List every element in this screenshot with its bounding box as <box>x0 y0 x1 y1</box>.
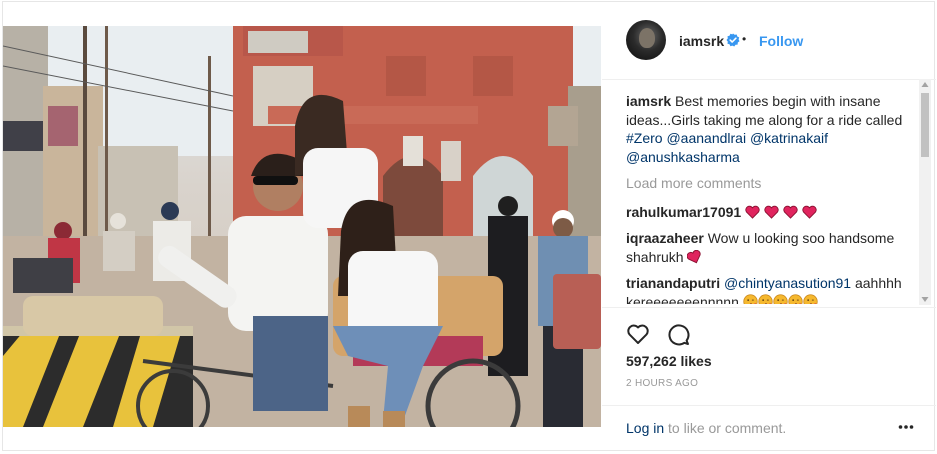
comment-item: rahulkumar17091 <box>626 203 921 222</box>
hashtag-link[interactable]: #Zero <box>626 130 663 146</box>
load-more-comments[interactable]: Load more comments <box>626 174 921 193</box>
mention-link[interactable]: @chintyanasution91 <box>724 275 851 291</box>
kiss-emoji-icon <box>803 293 818 304</box>
heart-emoji-icon <box>764 205 779 219</box>
mention-link[interactable]: @katrinakaif <box>750 130 828 146</box>
photo-illustration <box>3 26 601 427</box>
post-timestamp[interactable]: 2 HOURS AGO <box>626 378 698 389</box>
instagram-post: iamsrk • Follow iamsrk Best memories beg… <box>2 1 936 452</box>
follow-button[interactable]: Follow <box>759 33 803 49</box>
post-photo[interactable] <box>3 26 601 427</box>
avatar[interactable] <box>626 20 666 60</box>
login-row: Log in to like or comment. <box>602 405 936 453</box>
comment-item: iqraazaheer Wow u looking soo handsome s… <box>626 229 921 266</box>
more-options-icon[interactable] <box>898 424 914 430</box>
kiss-emoji-icon <box>788 293 803 304</box>
heart-outline-icon[interactable] <box>626 322 650 346</box>
login-link[interactable]: Log in <box>626 420 664 436</box>
comment-bubble-icon[interactable] <box>666 322 690 346</box>
comment-username[interactable]: trianandaputri <box>626 275 720 291</box>
comments-list[interactable]: iamsrk Best memories begin with insane i… <box>626 92 921 304</box>
separator-dot: • <box>742 32 747 46</box>
post-side-panel: iamsrk • Follow iamsrk Best memories beg… <box>602 2 936 452</box>
login-prompt: Log in to like or comment. <box>626 420 786 436</box>
post-header: iamsrk • Follow <box>602 2 936 80</box>
kiss-emoji-group <box>743 293 818 304</box>
heart-emoji-icon <box>745 205 760 219</box>
post-actions: 597,262 likes 2 HOURS AGO Log in to like… <box>602 307 936 452</box>
mention-link[interactable]: @anushkasharma <box>626 149 740 165</box>
header-username[interactable]: iamsrk <box>679 33 724 49</box>
comment-item: trianandaputri @chintyanasution91 aahhhh… <box>626 274 921 304</box>
heart-emoji-group <box>745 204 817 220</box>
comments-scrollbar[interactable] <box>919 79 931 305</box>
verified-badge-icon <box>726 33 740 47</box>
heart-emoji-icon <box>687 249 702 263</box>
kiss-emoji-icon <box>743 293 758 304</box>
likes-count[interactable]: 597,262 likes <box>626 353 712 369</box>
mention-link[interactable]: @aanandlrai <box>666 130 746 146</box>
kiss-emoji-icon <box>773 293 788 304</box>
comment-username[interactable]: iqraazaheer <box>626 230 704 246</box>
caption-username[interactable]: iamsrk <box>626 93 671 109</box>
kiss-emoji-icon <box>758 293 773 304</box>
heart-emoji-icon <box>802 205 817 219</box>
caption: iamsrk Best memories begin with insane i… <box>626 92 921 166</box>
comment-username[interactable]: rahulkumar17091 <box>626 204 741 220</box>
login-prompt-text: to like or comment. <box>664 420 787 436</box>
heart-emoji-icon <box>783 205 798 219</box>
